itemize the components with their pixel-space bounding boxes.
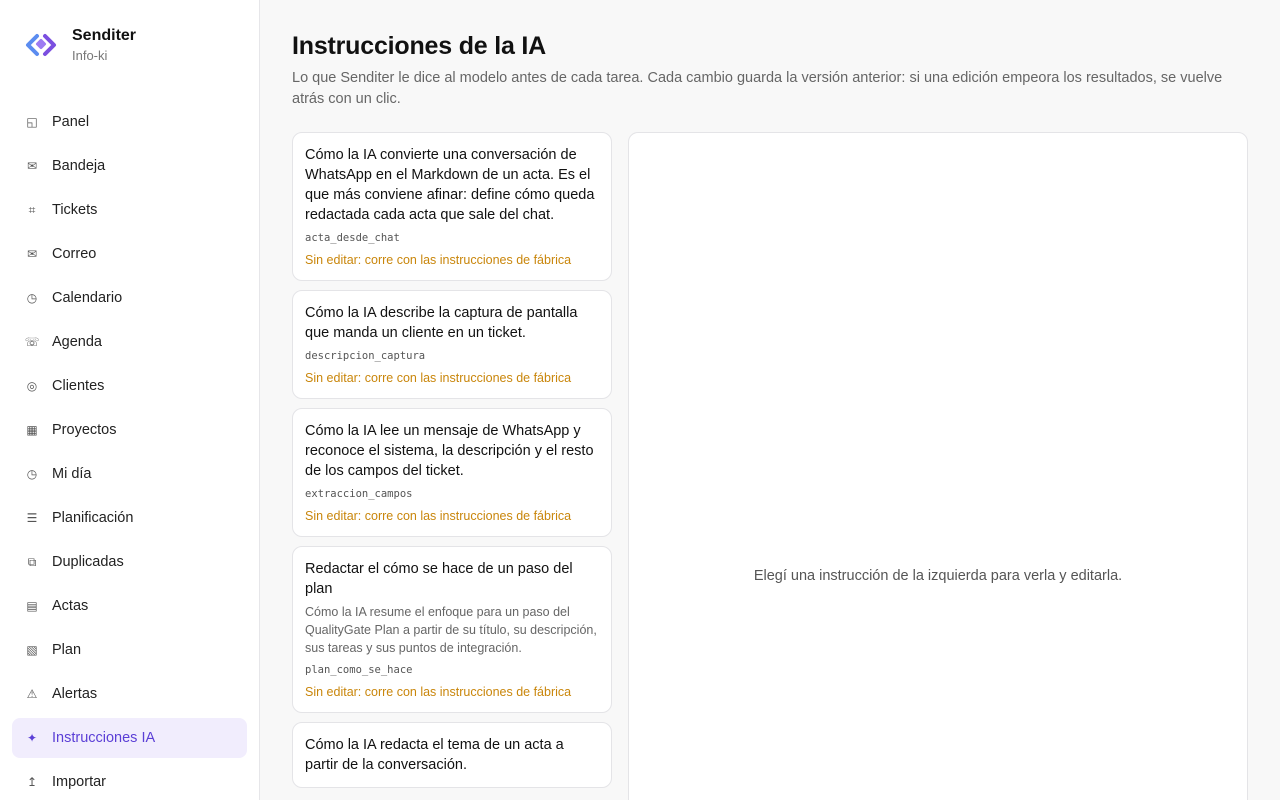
ticket-icon: ⌗ (28, 202, 36, 217)
sidebar-item-actas[interactable]: ▤ Actas (12, 586, 247, 626)
page-title: Instrucciones de la IA (292, 32, 547, 60)
instruction-key: plan_como_se_hace (305, 664, 413, 676)
instruction-card[interactable]: Redactar el cómo se hace de un paso del … (292, 546, 612, 713)
sidebar-item-label: Plan (52, 642, 82, 658)
instruction-title: Redactar el cómo se hace de un paso del … (305, 561, 573, 597)
sidebar-item-label: Tickets (52, 202, 98, 218)
instruction-title: Cómo la IA lee un mensaje de WhatsApp y … (305, 423, 594, 479)
instruction-description: Cómo la IA resume el enfoque para un pas… (305, 605, 597, 655)
sidebar-item-label: Importar (52, 774, 106, 790)
sidebar-item-label: Mi día (52, 466, 92, 482)
sidebar-item-label: Instrucciones IA (52, 730, 156, 746)
sidebar-item-alertas[interactable]: ⚠ Alertas (12, 674, 247, 714)
sidebar-item-planificacion[interactable]: ☰ Planificación (12, 498, 247, 538)
sidebar-item-clientes[interactable]: ◎ Clientes (12, 366, 247, 406)
instruction-list: Cómo la IA convierte una conversación de… (292, 132, 612, 797)
sidebar-item-label: Agenda (52, 334, 102, 350)
sidebar-item-label: Duplicadas (52, 554, 124, 570)
sidebar-item-tickets[interactable]: ⌗ Tickets (12, 190, 247, 230)
sidebar-item-label: Panel (52, 114, 90, 130)
senditer-logo-icon (26, 34, 56, 56)
sidebar-item-label: Proyectos (52, 422, 117, 438)
duplicates-icon: ⧉ (27, 554, 37, 569)
mail-icon: ✉ (26, 247, 38, 261)
minutes-icon: ▤ (26, 599, 38, 613)
sidebar-item-proyectos[interactable]: ▦ Proyectos (12, 410, 247, 450)
instruction-card[interactable]: Cómo la IA redacta el tema de un acta a … (292, 722, 612, 788)
instruction-card[interactable]: Cómo la IA convierte una conversación de… (292, 132, 612, 281)
instruction-key: descripcion_captura (305, 350, 426, 362)
sidebar-item-label: Alertas (52, 686, 98, 702)
instruction-title: Cómo la IA describe la captura de pantal… (305, 305, 578, 341)
instruction-detail-panel: Elegí una instrucción de la izquierda pa… (628, 132, 1248, 800)
sidebar-item-label: Actas (52, 598, 89, 614)
sparkle-icon: ✦ (26, 731, 38, 745)
detail-empty-message: Elegí una instrucción de la izquierda pa… (753, 568, 1123, 584)
calendar-icon: ◷ (26, 291, 38, 305)
sidebar-item-label: Planificación (52, 510, 134, 526)
sidebar-item-calendario[interactable]: ◷ Calendario (12, 278, 247, 318)
sidebar-item-bandeja[interactable]: ✉ Bandeja (12, 146, 247, 186)
instruction-card[interactable]: Cómo la IA lee un mensaje de WhatsApp y … (292, 408, 612, 537)
alert-icon: ⚠ (26, 687, 38, 701)
instruction-title: Cómo la IA convierte una conversación de… (305, 147, 595, 223)
instruction-status: Sin editar: corre con las instrucciones … (305, 685, 572, 699)
sidebar-item-mi-dia[interactable]: ◷ Mi día (12, 454, 247, 494)
sidebar-item-agenda[interactable]: ☏ Agenda (12, 322, 247, 362)
inbox-icon: ✉ (26, 159, 38, 173)
instruction-status: Sin editar: corre con las instrucciones … (305, 371, 572, 385)
phone-icon: ☏ (24, 335, 40, 349)
sidebar-item-label: Bandeja (52, 158, 106, 174)
sidebar-item-importar[interactable]: ↥ Importar (12, 762, 247, 800)
sidebar-item-label: Clientes (52, 378, 105, 394)
sidebar-item-label: Calendario (52, 290, 123, 306)
sidebar-item-instrucciones-ia[interactable]: ✦ Instrucciones IA (12, 718, 247, 758)
sidebar-item-label: Correo (52, 246, 97, 262)
panel-icon: ◱ (26, 115, 38, 129)
plan-icon: ▧ (26, 643, 38, 657)
instruction-title: Cómo la IA redacta el tema de un acta a … (305, 737, 564, 773)
brand[interactable]: Senditer Info-ki (24, 26, 136, 65)
instruction-key: acta_desde_chat (305, 232, 400, 244)
projects-icon: ▦ (26, 423, 38, 437)
sidebar-item-plan[interactable]: ▧ Plan (12, 630, 247, 670)
sidebar-item-duplicadas[interactable]: ⧉ Duplicadas (12, 542, 247, 582)
clients-icon: ◎ (26, 379, 38, 393)
import-icon: ↥ (26, 775, 38, 789)
sidebar-item-correo[interactable]: ✉ Correo (12, 234, 247, 274)
sidebar-item-panel[interactable]: ◱ Panel (12, 102, 247, 142)
instruction-status: Sin editar: corre con las instrucciones … (305, 509, 572, 523)
workspace-name: Info-ki (72, 48, 108, 63)
instruction-card[interactable]: Cómo la IA describe la captura de pantal… (292, 290, 612, 399)
sidebar-nav: ◱ Panel ✉ Bandeja ⌗ Tickets ✉ Correo ◷ Calendario… (12, 102, 247, 800)
instruction-key: extraccion_campos (305, 488, 413, 500)
clock-icon: ◷ (26, 467, 38, 481)
sidebar: Senditer Info-ki ◱ Panel ✉ Bandeja ⌗ Tickets ✉… (0, 0, 260, 800)
planning-icon: ☰ (26, 511, 38, 525)
instruction-status: Sin editar: corre con las instrucciones … (305, 253, 572, 267)
brand-name: Senditer (72, 27, 137, 44)
page-description: Lo que Senditer le dice al modelo antes … (292, 70, 1223, 107)
